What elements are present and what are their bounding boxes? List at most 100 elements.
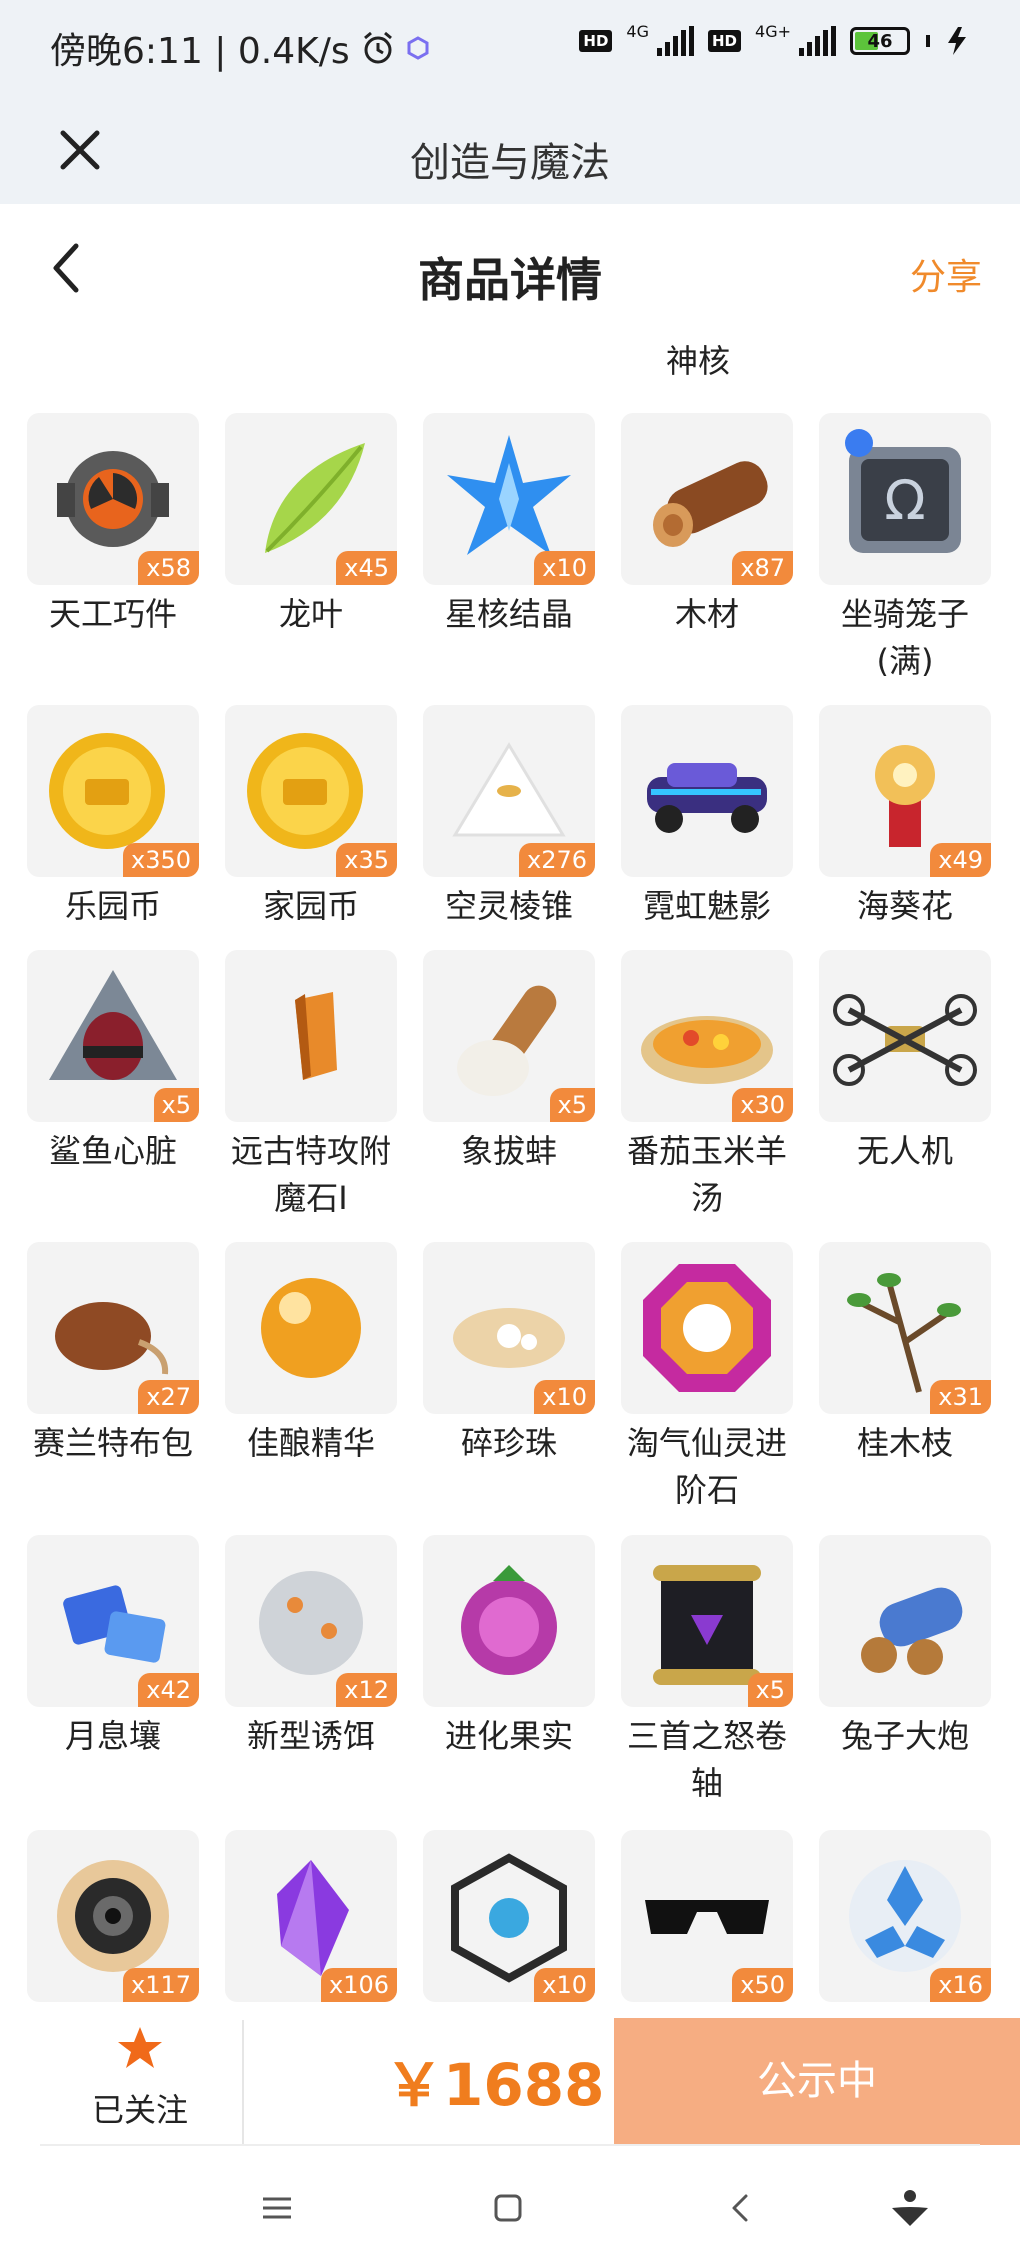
item-card[interactable]: 无人机 bbox=[792, 950, 992, 1230]
item-name: 赛兰特布包 bbox=[32, 1424, 193, 1462]
item-thumbnail bbox=[819, 950, 991, 1122]
quantity-badge: x10 bbox=[534, 1968, 595, 2002]
item-name: 海葵花 bbox=[856, 887, 953, 925]
item-name: 淘气仙灵进 阶石 bbox=[594, 1420, 820, 1514]
item-name: 鲨鱼心脏 bbox=[48, 1132, 177, 1170]
item-thumbnail bbox=[423, 1535, 595, 1707]
hd-badge-2: HD bbox=[708, 30, 742, 52]
status-right: HD 4G HD 4G+ 46 bbox=[579, 22, 970, 56]
item-card[interactable]: x5 鲨鱼心脏 bbox=[0, 950, 200, 1230]
item-name-line1: 三首之怒卷 bbox=[626, 1717, 787, 1755]
quantity-badge: x16 bbox=[930, 1968, 991, 2002]
quantity-badge: x117 bbox=[122, 1968, 199, 2002]
item-card[interactable]: x35 家园币 bbox=[198, 705, 398, 985]
menu-button[interactable] bbox=[247, 2178, 307, 2238]
item-name: 空灵棱锥 bbox=[444, 887, 573, 925]
item-card[interactable]: x350 乐园币 bbox=[0, 705, 200, 985]
item-name-line2: 阶石 bbox=[674, 1471, 739, 1509]
partial-label-second-line: 神核 bbox=[665, 342, 730, 380]
item-card[interactable]: x276 空灵棱锥 bbox=[396, 705, 596, 985]
hd-badge-1: HD bbox=[579, 30, 613, 52]
item-card[interactable]: x117 bbox=[0, 1830, 200, 2010]
home-button[interactable] bbox=[478, 2178, 538, 2238]
quantity-badge: x31 bbox=[930, 1380, 991, 1414]
follow-label: 已关注 bbox=[91, 2091, 188, 2129]
item-card[interactable]: x5 三首之怒卷轴 bbox=[594, 1535, 794, 1815]
item-card[interactable]: x27 赛兰特布包 bbox=[0, 1242, 200, 1522]
neon-car-icon bbox=[647, 763, 767, 833]
share-link[interactable]: 分享 bbox=[910, 248, 982, 300]
nav-back-button[interactable] bbox=[710, 2178, 770, 2238]
quantity-badge: x10 bbox=[534, 551, 595, 585]
item-thumbnail: x10 bbox=[423, 1242, 595, 1414]
item-card[interactable]: x49 海葵花 bbox=[792, 705, 992, 985]
item-name: 远古特攻附 魔石I bbox=[198, 1128, 424, 1222]
follow-button[interactable]: 已关注 bbox=[40, 2010, 240, 2145]
divider-line bbox=[40, 2144, 980, 2146]
item-thumbnail: x27 bbox=[27, 1242, 199, 1414]
title-bar: 创造与魔法 bbox=[0, 100, 1020, 204]
item-name: 霓虹魅影 bbox=[642, 887, 771, 925]
ancient-stone-icon bbox=[295, 992, 337, 1080]
item-name: 木材 bbox=[674, 595, 739, 633]
bottom-bar: 已关注 ￥1688 公示中 bbox=[0, 2010, 1020, 2145]
item-card[interactable]: x50 bbox=[594, 1830, 794, 2010]
item-thumbnail: x30 bbox=[621, 950, 793, 1122]
item-name-line1: 番茄玉米羊 bbox=[626, 1132, 787, 1170]
item-card[interactable]: 兔子大炮 bbox=[792, 1535, 992, 1815]
menu-icon bbox=[263, 2197, 291, 2219]
cage-icon: Ω bbox=[845, 429, 961, 553]
item-card[interactable]: Ω 坐骑笼子 (满) bbox=[792, 413, 992, 693]
item-card[interactable]: 进化果实 bbox=[396, 1535, 596, 1815]
item-name: 象拔蚌 bbox=[460, 1132, 557, 1170]
item-thumbnail: x45 bbox=[225, 413, 397, 585]
item-grid[interactable]: 神核 x58 天工巧件 x45 龙叶 x10 星核结晶 x87 木材 Ω 坐骑笼子 (满) x350 乐… bbox=[0, 300, 1020, 2010]
orb-icon bbox=[261, 1278, 361, 1378]
item-card[interactable]: x31 桂木枝 bbox=[792, 1242, 992, 1522]
item-name: 进化果实 bbox=[444, 1717, 573, 1755]
item-card[interactable]: x30 番茄玉米羊汤 bbox=[594, 950, 794, 1230]
item-card[interactable]: 霓虹魅影 bbox=[594, 705, 794, 985]
item-card[interactable]: x106 bbox=[198, 1830, 398, 2010]
assistant-button[interactable] bbox=[880, 2178, 940, 2238]
item-card[interactable]: x10 碎珍珠 bbox=[396, 1242, 596, 1522]
quantity-badge: x45 bbox=[336, 551, 397, 585]
item-card[interactable]: x10 bbox=[396, 1830, 596, 2010]
item-name: 新型诱饵 bbox=[246, 1717, 375, 1755]
quantity-badge: x10 bbox=[534, 1380, 595, 1414]
item-thumbnail: x5 bbox=[27, 950, 199, 1122]
quantity-badge: x5 bbox=[549, 1088, 595, 1122]
quantity-badge: x27 bbox=[138, 1380, 199, 1414]
item-thumbnail: x10 bbox=[423, 413, 595, 585]
item-name: 番茄玉米羊汤 bbox=[594, 1128, 820, 1222]
network-label-2: 4G+ bbox=[755, 21, 791, 41]
item-card[interactable]: x16 bbox=[792, 1830, 992, 2010]
quantity-badge: x350 bbox=[122, 843, 199, 877]
app-title: 创造与魔法 bbox=[410, 140, 610, 186]
status-button[interactable]: 公示中 bbox=[614, 2018, 1020, 2145]
star-icon bbox=[118, 2027, 162, 2068]
item-card[interactable]: 佳酿精华 bbox=[198, 1242, 398, 1522]
item-card[interactable]: x45 龙叶 bbox=[198, 413, 398, 693]
item-card[interactable]: x5 象拔蚌 bbox=[396, 950, 596, 1230]
item-card[interactable]: x87 木材 bbox=[594, 413, 794, 693]
item-card[interactable]: x58 天工巧件 bbox=[0, 413, 200, 693]
alarm-clock-icon bbox=[363, 31, 392, 64]
quantity-badge: x58 bbox=[138, 551, 199, 585]
hexagon-icon bbox=[407, 36, 429, 60]
item-name-line2: 轴 bbox=[690, 1764, 723, 1802]
battery-level: 46 bbox=[867, 30, 893, 52]
item-thumbnail: x49 bbox=[819, 705, 991, 877]
item-card[interactable]: x42 月息壤 bbox=[0, 1535, 200, 1815]
item-thumbnail: Ω bbox=[819, 413, 991, 585]
quantity-badge: x50 bbox=[732, 1968, 793, 2002]
item-card[interactable]: x12 新型诱饵 bbox=[198, 1535, 398, 1815]
item-thumbnail: x276 bbox=[423, 705, 595, 877]
item-name-line1: 淘气仙灵进 bbox=[626, 1424, 787, 1462]
quantity-badge: x49 bbox=[930, 843, 991, 877]
item-card[interactable]: 远古特攻附 魔石I bbox=[198, 950, 398, 1230]
item-thumbnail: x50 bbox=[621, 1830, 793, 2002]
item-name: 月息壤 bbox=[64, 1717, 161, 1755]
item-card[interactable]: x10 星核结晶 bbox=[396, 413, 596, 693]
item-card[interactable]: 淘气仙灵进 阶石 bbox=[594, 1242, 794, 1522]
